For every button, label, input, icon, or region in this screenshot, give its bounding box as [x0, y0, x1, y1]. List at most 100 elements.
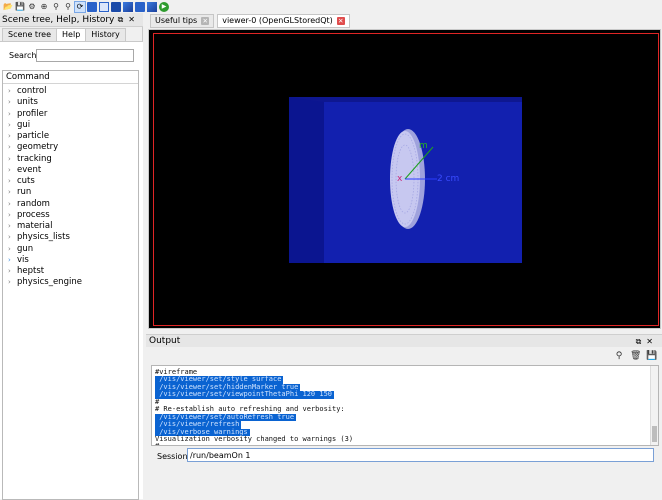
- chevron-right-icon[interactable]: ›: [8, 277, 17, 288]
- output-toolbar: ⚲ 🗑 💾: [146, 348, 662, 364]
- session-input[interactable]: [187, 448, 654, 462]
- chevron-right-icon[interactable]: ›: [8, 187, 17, 198]
- float-icon[interactable]: ⧉: [636, 337, 647, 346]
- output-lines: #vireframe /vis/viewer/set/style surface…: [155, 367, 442, 445]
- chevron-right-icon[interactable]: ›: [8, 199, 17, 210]
- zoom-in-icon[interactable]: ⚲: [51, 2, 61, 12]
- run-icon[interactable]: ▶: [159, 1, 169, 12]
- output-line: Visualization verbosity changed to warni…: [155, 434, 354, 443]
- axis-label-m: m: [419, 141, 428, 151]
- save-icon[interactable]: 💾: [646, 351, 657, 361]
- chevron-right-icon[interactable]: ›: [8, 109, 17, 120]
- command-tree: Command › control › units › profiler › gui › part…: [2, 70, 139, 500]
- gear-icon[interactable]: ⚙: [27, 2, 37, 12]
- command-item-label: gui: [17, 119, 31, 130]
- command-item-label: units: [17, 97, 38, 108]
- command-item-label: gun: [17, 243, 34, 254]
- command-item-control[interactable]: › control: [3, 86, 138, 97]
- chevron-right-icon[interactable]: ›: [8, 221, 17, 232]
- command-item-heptst[interactable]: › heptst: [3, 266, 138, 277]
- command-item-vis[interactable]: › vis: [3, 255, 138, 266]
- zoom-out-icon[interactable]: ⚲: [63, 2, 73, 12]
- command-item-process[interactable]: › process: [3, 210, 138, 221]
- output-scrollbar[interactable]: [650, 366, 658, 445]
- float-icon[interactable]: ⧉: [118, 15, 129, 24]
- chevron-right-icon[interactable]: ›: [8, 131, 17, 142]
- command-item-label: event: [17, 164, 42, 175]
- tab-useful-tips[interactable]: Useful tips ✕: [150, 14, 215, 28]
- command-item-profiler[interactable]: › profiler: [3, 109, 138, 120]
- command-item-label: run: [17, 187, 32, 198]
- axis-label-cm: 2 cm: [437, 174, 459, 184]
- tab-viewer-0[interactable]: viewer-0 (OpenGLStoredQt) ✕: [217, 14, 350, 28]
- hidden-line-icon[interactable]: [111, 1, 121, 12]
- command-item-event[interactable]: › event: [3, 165, 138, 176]
- rotate-icon[interactable]: ⟳: [74, 0, 86, 13]
- output-line: /vis/viewer/set/viewpointThetaPhi 120 15…: [155, 390, 335, 399]
- command-item-label: heptst: [17, 266, 45, 276]
- output-text-area[interactable]: #vireframe /vis/viewer/set/style surface…: [151, 365, 659, 446]
- chevron-right-icon[interactable]: ›: [8, 97, 17, 108]
- command-item-units[interactable]: › units: [3, 97, 138, 108]
- chevron-right-icon[interactable]: ›: [8, 86, 17, 97]
- command-item-run[interactable]: › run: [3, 187, 138, 198]
- command-item-tracking[interactable]: › tracking: [3, 154, 138, 165]
- command-header: Command: [3, 71, 138, 84]
- command-item-gui[interactable]: › gui: [3, 120, 138, 131]
- detector-scene[interactable]: m 2 cm x: [149, 30, 662, 330]
- open-folder-icon[interactable]: 📂: [3, 2, 13, 12]
- target-icon[interactable]: ⊕: [39, 2, 49, 12]
- chevron-right-icon[interactable]: ›: [8, 176, 17, 187]
- command-list: › control › units › profiler › gui › particle › geo…: [3, 86, 138, 289]
- surface-icon[interactable]: [123, 1, 133, 12]
- command-item-physics_engine[interactable]: › physics_engine: [3, 277, 138, 288]
- chevron-right-icon[interactable]: ›: [8, 255, 17, 266]
- chevron-right-icon[interactable]: ›: [8, 244, 17, 255]
- trash-icon[interactable]: 🗑: [630, 351, 641, 361]
- chevron-right-icon[interactable]: ›: [8, 266, 17, 277]
- save-icon[interactable]: 💾: [15, 2, 25, 12]
- close-icon[interactable]: ✕: [201, 17, 210, 25]
- command-item-physics_lists[interactable]: › physics_lists: [3, 232, 138, 243]
- command-item-material[interactable]: › material: [3, 221, 138, 232]
- close-icon[interactable]: ✕: [128, 15, 140, 24]
- chevron-right-icon[interactable]: ›: [8, 232, 17, 243]
- left-dock-tabs: Scene tree Help History: [0, 28, 143, 41]
- command-item-label: physics_engine: [17, 277, 82, 288]
- command-item-cuts[interactable]: › cuts: [3, 176, 138, 187]
- command-item-geometry[interactable]: › geometry: [3, 142, 138, 153]
- chevron-right-icon[interactable]: ›: [8, 142, 17, 153]
- command-item-label: random: [17, 198, 50, 209]
- chevron-right-icon[interactable]: ›: [8, 154, 17, 165]
- main-toolbar: 📂 💾 ⚙ ⊕ ⚲ ⚲ ⟳ ▶: [0, 0, 662, 13]
- close-icon[interactable]: ✕: [646, 337, 658, 346]
- tab-help[interactable]: Help: [56, 28, 87, 41]
- tab-viewer-0-label: viewer-0 (OpenGLStoredQt): [222, 16, 333, 25]
- output-title-text: Output: [149, 336, 181, 346]
- search-icon[interactable]: ⚲: [614, 351, 624, 361]
- opengl-viewer[interactable]: m 2 cm x: [148, 29, 661, 329]
- tab-scene-tree[interactable]: Scene tree: [2, 28, 58, 41]
- command-item-label: cuts: [17, 176, 35, 186]
- left-dock-title-text: Scene tree, Help, History: [2, 15, 115, 25]
- scrollbar-thumb[interactable]: [652, 426, 657, 442]
- chevron-right-icon[interactable]: ›: [8, 210, 17, 221]
- tab-history[interactable]: History: [85, 28, 126, 41]
- left-dock-title: Scene tree, Help, History ⧉✕: [0, 13, 143, 27]
- solid-icon[interactable]: [87, 1, 97, 12]
- axis-label-x: x: [397, 174, 403, 184]
- perspective-icon[interactable]: [135, 1, 145, 12]
- viewer-tabs: Useful tips ✕ viewer-0 (OpenGLStoredQt) …: [148, 13, 662, 29]
- ortho-icon[interactable]: [147, 1, 157, 12]
- command-item-particle[interactable]: › particle: [3, 131, 138, 142]
- command-item-label: tracking: [17, 153, 52, 164]
- chevron-right-icon[interactable]: ›: [8, 120, 17, 131]
- search-input[interactable]: [36, 49, 134, 62]
- command-item-random[interactable]: › random: [3, 199, 138, 210]
- output-line: #: [155, 442, 159, 445]
- chevron-right-icon[interactable]: ›: [8, 165, 17, 176]
- command-item-label: profiler: [17, 108, 48, 119]
- wireframe-icon[interactable]: [99, 1, 109, 12]
- close-icon[interactable]: ✕: [336, 17, 345, 25]
- command-item-gun[interactable]: › gun: [3, 244, 138, 255]
